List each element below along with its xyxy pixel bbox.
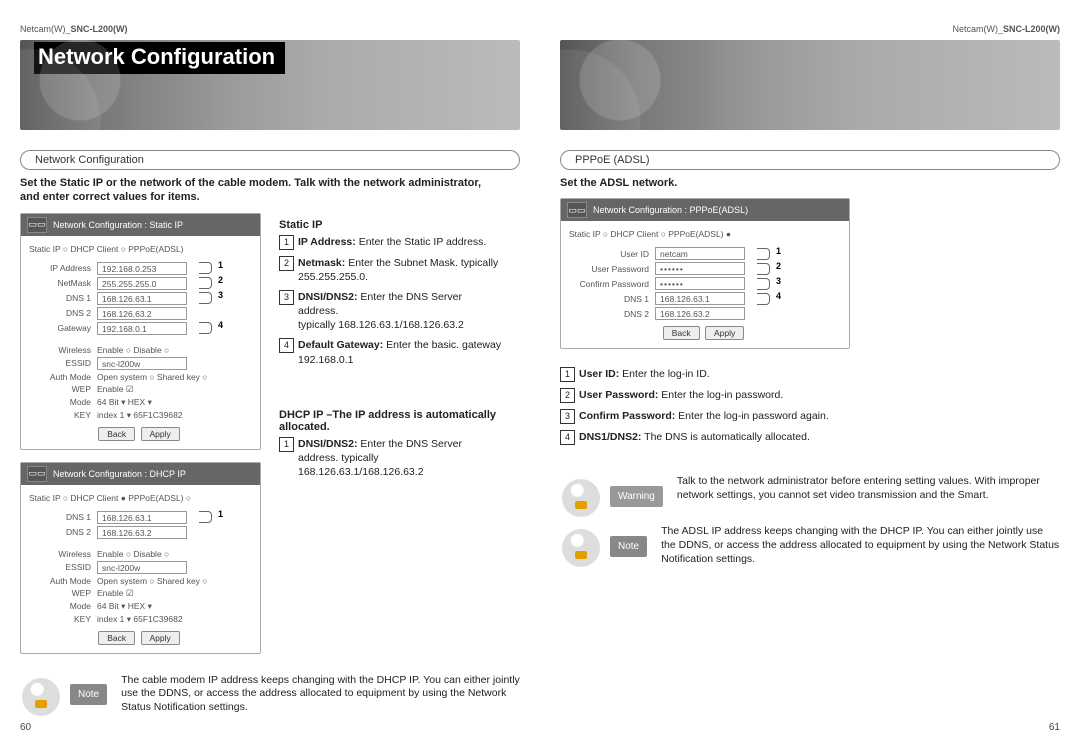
pppoe-defs: 1User ID: Enter the log-in ID. 2User Pas… <box>560 367 1060 451</box>
netmask-field[interactable]: 255.255.255.0 <box>97 277 187 290</box>
radio-row-pppoe[interactable]: Static IP ○ DHCP Client ○ PPPoE(ADSL) ● <box>569 227 841 245</box>
auth-mode-radio[interactable]: Open system ○ Shared key ○ <box>97 372 207 382</box>
warning-tag: Warning <box>610 486 663 507</box>
dhcp-subhead: DHCP IP –The IP address is automatically… <box>279 409 520 433</box>
ip-field[interactable]: 192.168.0.253 <box>97 262 187 275</box>
intro-text-right: Set the ADSL network. <box>560 176 1040 190</box>
owl-icon <box>562 529 600 567</box>
apply-button[interactable]: Apply <box>141 631 180 645</box>
page-banner-right <box>560 40 1060 130</box>
radio-row-dhcp[interactable]: Static IP ○ DHCP Client ● PPPoE(ADSL) ○ <box>29 491 252 509</box>
static-ip-defs: 1IP Address: Enter the Static IP address… <box>279 235 520 367</box>
page-title: Network Configuration <box>34 42 285 74</box>
note-text: The cable modem IP address keeps changin… <box>121 674 520 715</box>
dns2-field[interactable]: 168.126.63.2 <box>97 307 187 320</box>
section-chip-network: Network Configuration <box>20 150 520 170</box>
confirm-password-field[interactable]: •••••• <box>655 277 745 290</box>
wireless-radio[interactable]: Enable ○ Disable ○ <box>97 345 169 355</box>
page-right: Netcam(W)_SNC-L200(W) PPPoE (ADSL) Set t… <box>560 20 1060 727</box>
static-ip-subhead: Static IP <box>279 219 520 231</box>
panel-pppoe: ▭▭Network Configuration : PPPoE(ADSL) St… <box>560 198 850 349</box>
page-number: 60 <box>20 722 31 733</box>
back-button[interactable]: Back <box>98 631 135 645</box>
warning-text: Talk to the network administrator before… <box>677 475 1060 502</box>
back-button[interactable]: Back <box>663 326 700 340</box>
owl-icon <box>22 678 60 716</box>
essid-field[interactable]: snc-l200w <box>97 357 187 370</box>
model-header-right: Netcam(W)_SNC-L200(W) <box>560 20 1060 40</box>
userid-field[interactable]: netcam <box>655 247 745 260</box>
dns2-field[interactable]: 168.126.63.2 <box>655 307 745 320</box>
dns1-field[interactable]: 168.126.63.1 <box>97 511 187 524</box>
apply-button[interactable]: Apply <box>705 326 744 340</box>
warning-block: Warning Talk to the network administrato… <box>560 475 1060 517</box>
owl-icon <box>562 479 600 517</box>
network-icon: ▭▭ <box>27 466 47 482</box>
dns2-field[interactable]: 168.126.63.2 <box>97 526 187 539</box>
note-block-right: Note The ADSL IP address keeps changing … <box>560 525 1060 567</box>
intro-text: Set the Static IP or the network of the … <box>20 176 500 205</box>
model-header-left: Netcam(W)_SNC-L200(W) <box>20 20 520 40</box>
key-field[interactable]: index 1 ▾ 65F1C39682 <box>97 410 183 421</box>
page-number: 61 <box>1049 722 1060 733</box>
page-left: Netcam(W)_SNC-L200(W) Network Configurat… <box>20 20 520 727</box>
mode-select[interactable]: 64 Bit ▾ HEX ▾ <box>97 397 152 408</box>
panel-dhcp-ip: ▭▭Network Configuration : DHCP IP Static… <box>20 462 261 654</box>
back-button[interactable]: Back <box>98 427 135 441</box>
dhcp-defs: 1DNSI/DNS2: Enter the DNS Server address… <box>279 437 520 480</box>
note-block: Note The cable modem IP address keeps ch… <box>20 674 520 716</box>
network-icon: ▭▭ <box>567 202 587 218</box>
network-icon: ▭▭ <box>27 217 47 233</box>
dns1-field[interactable]: 168.126.63.1 <box>655 292 745 305</box>
wep-check[interactable]: Enable ☑ <box>97 384 133 395</box>
page-banner: Network Configuration <box>20 40 520 130</box>
radio-row-static[interactable]: Static IP ○ DHCP Client ○ PPPoE(ADSL) <box>29 242 252 260</box>
section-chip-pppoe: PPPoE (ADSL) <box>560 150 1060 170</box>
panel-static-ip: ▭▭Network Configuration : Static IP Stat… <box>20 213 261 450</box>
dns1-field[interactable]: 168.126.63.1 <box>97 292 187 305</box>
note-tag: Note <box>70 684 107 705</box>
password-field[interactable]: •••••• <box>655 262 745 275</box>
note-text: The ADSL IP address keeps changing with … <box>661 525 1060 566</box>
gateway-field[interactable]: 192.168.0.1 <box>97 322 187 335</box>
note-tag: Note <box>610 536 647 557</box>
apply-button[interactable]: Apply <box>141 427 180 441</box>
